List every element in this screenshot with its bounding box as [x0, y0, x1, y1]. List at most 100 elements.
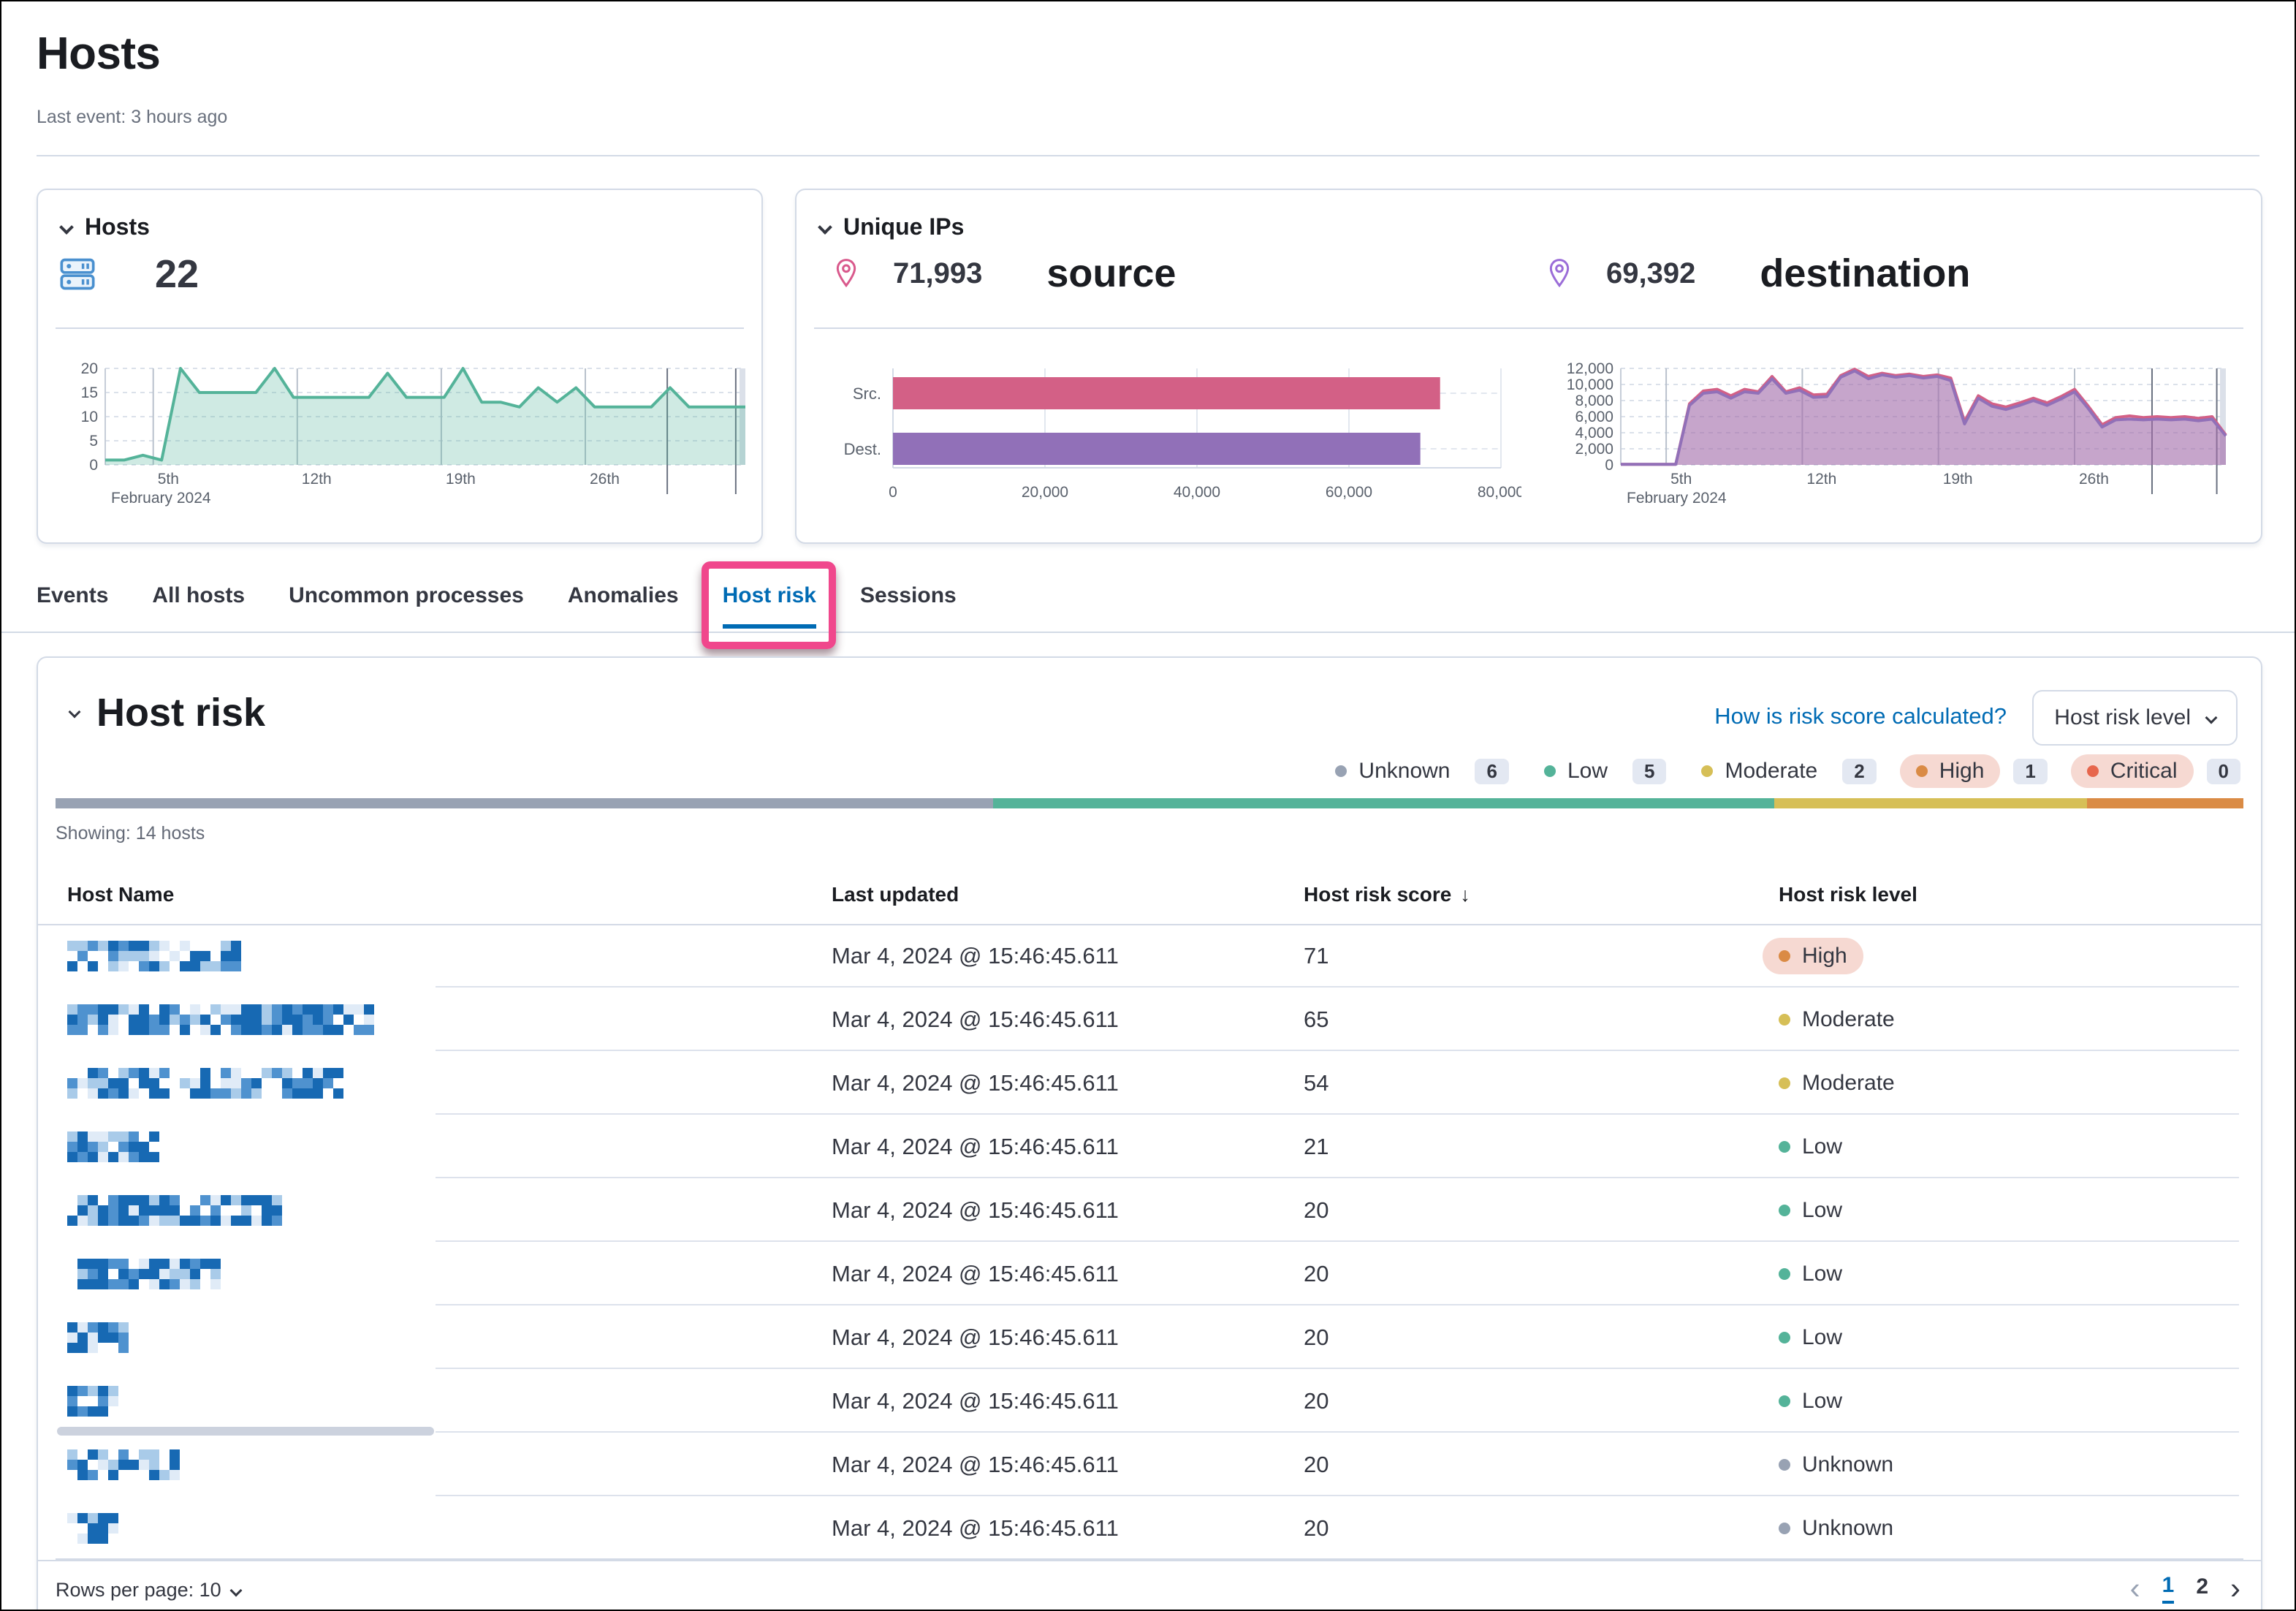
- hosts-count-value: 22: [155, 251, 199, 297]
- svg-text:Dest.: Dest.: [844, 440, 881, 458]
- chevron-down-icon: [229, 1584, 242, 1596]
- host-risk-level-cell: Moderate: [1779, 1051, 1895, 1115]
- legend-item-critical: Critical0: [2071, 754, 2240, 788]
- svg-text:10: 10: [81, 409, 98, 425]
- host-risk-level-cell: Low: [1779, 1242, 1842, 1305]
- svg-text:80,000: 80,000: [1478, 484, 1521, 501]
- host-risk-score-cell: 20: [1304, 1433, 1328, 1496]
- last-updated-cell: Mar 4, 2024 @ 15:46:45.611: [832, 1115, 1119, 1178]
- tab-anomalies[interactable]: Anomalies: [568, 583, 679, 629]
- svg-text:Src.: Src.: [853, 384, 881, 403]
- last-updated-cell: Mar 4, 2024 @ 15:46:45.611: [832, 1496, 1119, 1560]
- table-row: Mar 4, 2024 @ 15:46:45.61120Low: [38, 1369, 2261, 1433]
- column-header-host-name[interactable]: Host Name: [67, 883, 174, 906]
- svg-text:2,000: 2,000: [1575, 441, 1613, 458]
- table-row: Mar 4, 2024 @ 15:46:45.61165Moderate: [38, 988, 2261, 1051]
- table-row: Mar 4, 2024 @ 15:46:45.61171High: [38, 924, 2261, 988]
- distribution-segment-moderate: [1774, 798, 2087, 808]
- host-risk-score-cell: 20: [1304, 1242, 1328, 1305]
- legend-dot-icon: [1544, 765, 1556, 777]
- column-header-last-updated[interactable]: Last updated: [832, 883, 959, 906]
- destination-pin-icon: [1545, 257, 1574, 289]
- svg-text:8,000: 8,000: [1575, 393, 1613, 409]
- host-name-link-redacted[interactable]: [67, 1369, 118, 1433]
- legend-dot-icon: [1701, 765, 1713, 777]
- collapse-chevron-icon[interactable]: [59, 220, 74, 235]
- source-pin-icon: [832, 257, 861, 289]
- page-number-button[interactable]: 2: [2196, 1574, 2208, 1602]
- previous-page-button[interactable]: ‹: [2130, 1573, 2140, 1604]
- host-risk-level-filter-button[interactable]: Host risk level: [2032, 690, 2238, 746]
- host-risk-level-cell: Low: [1779, 1305, 1842, 1369]
- table-row: Mar 4, 2024 @ 15:46:45.61120Unknown: [38, 1496, 2261, 1560]
- legend-dot-icon: [1335, 765, 1347, 777]
- svg-text:12th: 12th: [1806, 471, 1836, 488]
- host-name-link-redacted[interactable]: [67, 1242, 221, 1305]
- horizontal-scrollbar-thumb[interactable]: [57, 1427, 434, 1436]
- tab-sessions[interactable]: Sessions: [860, 583, 957, 629]
- next-page-button[interactable]: ›: [2230, 1573, 2240, 1604]
- host-risk-score-cell: 20: [1304, 1305, 1328, 1369]
- risk-level-label: Unknown: [1802, 1452, 1893, 1477]
- host-name-link-redacted[interactable]: [67, 1115, 159, 1178]
- legend-label: High: [1939, 759, 1985, 784]
- host-name-link-redacted[interactable]: [67, 1496, 118, 1560]
- last-event-text: Last event: 3 hours ago: [37, 107, 227, 128]
- unique-ips-bar-chart: 020,00040,00060,00080,000Src.Dest.: [811, 363, 1521, 509]
- host-name-link-redacted[interactable]: [67, 1433, 180, 1496]
- unique-ips-over-time-chart: 02,0004,0006,0008,00010,00012,0005th12th…: [1548, 363, 2258, 509]
- page-number-button[interactable]: 1: [2162, 1573, 2175, 1604]
- legend-item-low: Low5: [1532, 754, 1667, 788]
- svg-text:10,000: 10,000: [1567, 376, 1613, 393]
- legend-count-badge: 1: [2013, 759, 2047, 784]
- host-risk-level-cell: High: [1779, 924, 1863, 988]
- hosts-panel-title: Hosts: [85, 213, 150, 240]
- host-risk-level-cell: Moderate: [1779, 988, 1895, 1051]
- legend-label: Critical: [2110, 759, 2178, 784]
- legend-dot-icon: [2087, 765, 2099, 777]
- tab-host-risk[interactable]: Host risk: [723, 583, 816, 629]
- svg-text:5th: 5th: [1670, 471, 1692, 488]
- host-risk-score-cell: 71: [1304, 924, 1328, 988]
- host-name-link-redacted[interactable]: [67, 988, 374, 1051]
- column-header-host-risk-score[interactable]: Host risk score↓: [1304, 883, 1470, 906]
- svg-text:February 2024: February 2024: [111, 490, 211, 507]
- collapse-chevron-icon[interactable]: [69, 706, 81, 719]
- host-risk-panel: Host risk How is risk score calculated? …: [37, 656, 2262, 1611]
- collapse-chevron-icon[interactable]: [818, 220, 832, 235]
- table-row: Mar 4, 2024 @ 15:46:45.61120Low: [38, 1178, 2261, 1242]
- host-name-link-redacted[interactable]: [67, 1051, 343, 1115]
- host-risk-level-filter-label: Host risk level: [2054, 705, 2191, 730]
- svg-text:26th: 26th: [590, 471, 620, 488]
- rows-per-page-label: Rows per page: 10: [56, 1579, 221, 1601]
- tabs: Events All hosts Uncommon processes Anomali…: [37, 583, 957, 629]
- tab-events[interactable]: Events: [37, 583, 108, 629]
- host-name-link-redacted[interactable]: [67, 924, 241, 988]
- source-label: source: [1046, 251, 1176, 296]
- chevron-down-icon: [2205, 712, 2218, 724]
- svg-text:12th: 12th: [302, 471, 332, 488]
- svg-text:40,000: 40,000: [1174, 484, 1220, 501]
- tab-all-hosts[interactable]: All hosts: [152, 583, 245, 629]
- unique-ips-panel: Unique IPs 71,993 source 69,392 destinat…: [795, 189, 2262, 544]
- rows-per-page-button[interactable]: Rows per page: 10: [56, 1579, 240, 1601]
- legend-item-high: High 1: [1900, 754, 2048, 788]
- table-footer-divider: [38, 1560, 2261, 1561]
- risk-level-dot-icon: [1779, 1077, 1790, 1089]
- header-divider: [37, 155, 2259, 156]
- hosts-page: Hosts Last event: 3 hours ago Hosts 22 0…: [0, 0, 2296, 1611]
- risk-level-label: Low: [1802, 1134, 1842, 1159]
- tab-uncommon-processes[interactable]: Uncommon processes: [289, 583, 524, 629]
- svg-text:12,000: 12,000: [1567, 363, 1613, 377]
- column-header-host-risk-level[interactable]: Host risk level: [1779, 883, 1917, 906]
- table-row: Mar 4, 2024 @ 15:46:45.61120Low: [38, 1305, 2261, 1369]
- host-name-link-redacted[interactable]: [67, 1178, 282, 1242]
- host-name-link-redacted[interactable]: [67, 1305, 129, 1369]
- table-header: Host Name Last updated Host risk score↓ …: [38, 871, 2261, 924]
- risk-score-help-link[interactable]: How is risk score calculated?: [1714, 703, 2007, 729]
- host-risk-level-cell: Unknown: [1779, 1433, 1893, 1496]
- tabs-divider: [1, 632, 2295, 633]
- host-risk-table: Mar 4, 2024 @ 15:46:45.61171HighMar 4, 2…: [38, 924, 2261, 1560]
- svg-text:15: 15: [81, 384, 98, 401]
- hosts-panel: Hosts 22 051015205th12th19th26thFebruary…: [37, 189, 763, 544]
